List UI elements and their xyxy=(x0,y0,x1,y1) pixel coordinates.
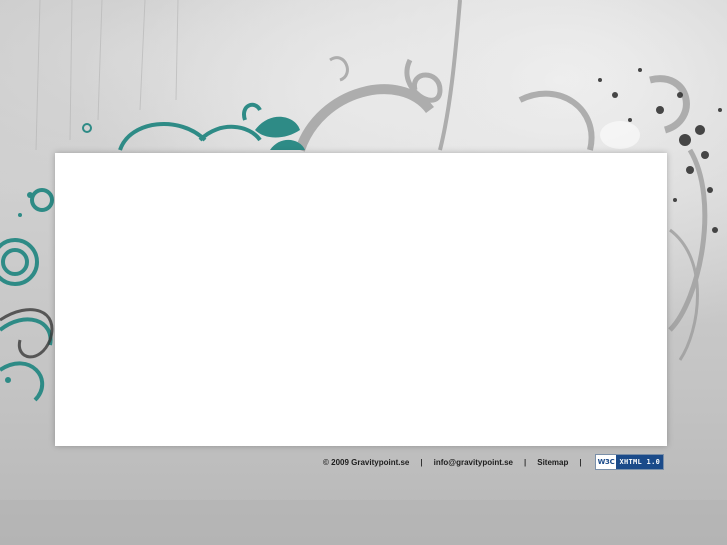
content-panel xyxy=(55,153,667,446)
w3c-xhtml-badge-icon[interactable]: W3C XHTML 1.0 xyxy=(594,454,665,470)
site-footer: © 2009 Gravitypoint.se | info@gravitypoi… xyxy=(323,454,665,470)
xhtml-label: XHTML 1.0 xyxy=(616,455,664,469)
footer-separator: | xyxy=(524,457,527,467)
w3c-logo: W3C xyxy=(595,455,617,469)
email-link[interactable]: info@gravitypoint.se xyxy=(434,458,513,467)
footer-separator: | xyxy=(579,457,582,467)
sitemap-link[interactable]: Sitemap xyxy=(537,458,568,467)
footer-separator: | xyxy=(420,457,423,467)
copyright-text: © 2009 Gravitypoint.se xyxy=(323,457,410,467)
